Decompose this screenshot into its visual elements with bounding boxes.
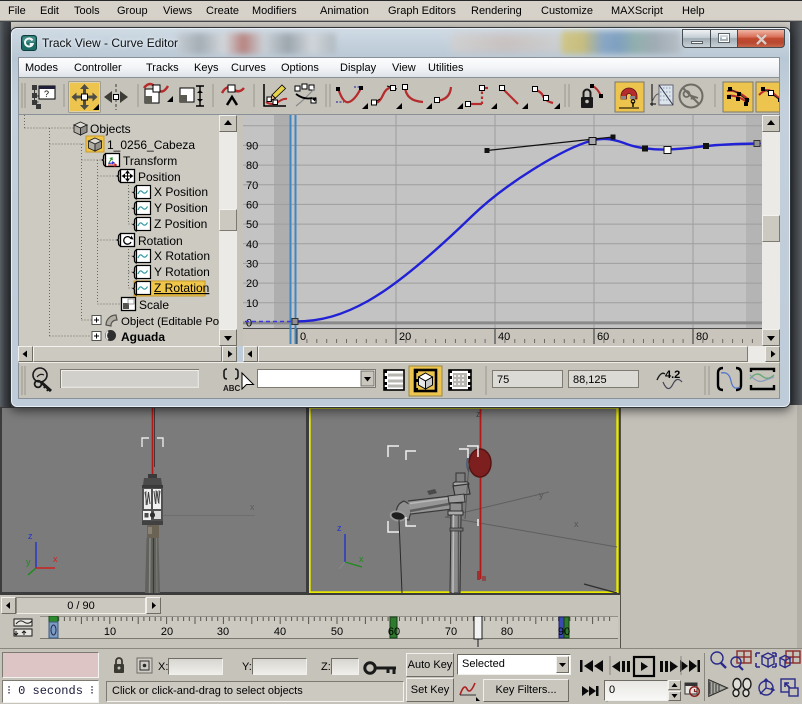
svg-text:0: 0 — [246, 318, 252, 330]
svg-text:z: z — [28, 531, 33, 541]
svg-text:70: 70 — [445, 626, 457, 638]
svg-text:x: x — [53, 554, 58, 564]
svg-text:1_0256_Cabeza: 1_0256_Cabeza — [107, 138, 195, 152]
svg-text:88,125: 88,125 — [573, 374, 607, 386]
svg-text:ABC: ABC — [223, 384, 241, 393]
svg-text:z: z — [337, 523, 342, 533]
svg-text:0: 0 — [300, 331, 306, 343]
svg-text:Objects: Objects — [90, 122, 131, 136]
svg-text:Z Rotation: Z Rotation — [154, 281, 209, 295]
svg-text:Y:: Y: — [242, 661, 252, 673]
svg-text:70: 70 — [246, 180, 258, 192]
svg-text:x: x — [250, 502, 255, 512]
svg-text:Z:: Z: — [321, 661, 331, 673]
svg-text:Object (Editable Poly): Object (Editable Poly) — [121, 316, 219, 328]
svg-text:Rotation: Rotation — [138, 234, 183, 248]
svg-text:40: 40 — [498, 331, 510, 343]
svg-text:z: z — [476, 409, 481, 419]
svg-text:60: 60 — [246, 200, 258, 212]
svg-text:10: 10 — [104, 626, 116, 638]
svg-text:Y Rotation: Y Rotation — [154, 265, 210, 279]
svg-text:Transform: Transform — [123, 154, 177, 168]
svg-text:20: 20 — [246, 278, 258, 290]
svg-text:90: 90 — [558, 626, 570, 638]
svg-text:4.2: 4.2 — [665, 369, 680, 381]
svg-text:80: 80 — [696, 331, 708, 343]
svg-text:10: 10 — [246, 298, 258, 310]
svg-text:X:: X: — [158, 661, 168, 673]
svg-text:20: 20 — [399, 331, 411, 343]
svg-text:X Rotation: X Rotation — [154, 249, 210, 263]
svg-text:?: ? — [44, 89, 49, 99]
svg-text:30: 30 — [246, 259, 258, 271]
svg-text:Z Position: Z Position — [154, 217, 207, 231]
svg-text:Scale: Scale — [139, 298, 169, 312]
svg-text:90: 90 — [246, 141, 258, 153]
svg-text:60: 60 — [388, 626, 400, 638]
svg-text:Aguada: Aguada — [121, 330, 165, 344]
svg-text:Y Position: Y Position — [154, 201, 208, 215]
svg-text:y: y — [26, 557, 31, 567]
svg-text:20: 20 — [161, 626, 173, 638]
svg-text:y: y — [539, 490, 544, 500]
svg-text:40: 40 — [246, 239, 258, 251]
svg-text:x: x — [574, 519, 579, 529]
svg-text:50: 50 — [246, 219, 258, 231]
svg-text:30: 30 — [217, 626, 229, 638]
svg-text:40: 40 — [274, 626, 286, 638]
svg-text:50: 50 — [331, 626, 343, 638]
svg-text:x: x — [359, 554, 364, 564]
svg-text:75: 75 — [497, 374, 509, 386]
svg-text:80: 80 — [246, 160, 258, 172]
svg-text:Position: Position — [138, 170, 181, 184]
svg-text:X Position: X Position — [154, 185, 208, 199]
svg-text:60: 60 — [597, 331, 609, 343]
svg-text:80: 80 — [501, 626, 513, 638]
